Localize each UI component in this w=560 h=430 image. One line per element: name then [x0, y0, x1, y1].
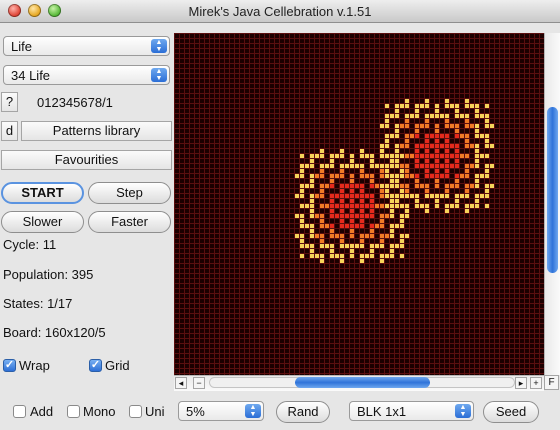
brush-value: BLK 1x1 [357, 404, 407, 419]
favourites-button[interactable]: Favourities [1, 150, 172, 170]
zoom-in-icon[interactable]: + [530, 377, 542, 389]
title-bar[interactable]: Mirek's Java Cellebration v.1.51 [0, 0, 560, 23]
fit-button[interactable]: F [544, 375, 559, 390]
mono-checkbox[interactable] [67, 405, 80, 418]
mono-label: Mono [83, 404, 116, 419]
rand-button[interactable]: Rand [276, 401, 330, 423]
add-checkbox[interactable] [13, 405, 26, 418]
add-label: Add [30, 404, 54, 419]
horizontal-scroll-track[interactable] [209, 375, 515, 390]
states-count: States: 1/17 [3, 296, 73, 311]
rule-family-value: Life [11, 39, 32, 54]
select-arrows-icon: ▲ ▼ [245, 404, 261, 418]
cell-pattern [295, 99, 494, 263]
slower-button[interactable]: Slower [1, 211, 84, 233]
rule-doc-button[interactable]: d [1, 121, 18, 141]
zoom-out-icon[interactable]: − [193, 377, 205, 389]
rule-string: 012345678/1 [37, 95, 113, 110]
scroll-right-icon[interactable]: ▸ [515, 377, 527, 389]
density-select[interactable]: 5% ▲ ▼ [178, 401, 264, 421]
density-value: 5% [186, 404, 205, 419]
grid-checkbox[interactable]: ✓ [89, 359, 102, 372]
rule-help-button[interactable]: ? [1, 92, 18, 112]
wrap-checkbox[interactable]: ✓ [3, 359, 16, 372]
step-button[interactable]: Step [88, 182, 171, 204]
app-window: Mirek's Java Cellebration v.1.51 Life ▲ ▼… [0, 0, 560, 430]
rule-select[interactable]: 34 Life ▲ ▼ [3, 65, 170, 85]
select-arrows-icon: ▲ ▼ [151, 68, 167, 82]
start-button[interactable]: START [1, 182, 84, 204]
select-arrows-icon: ▲ ▼ [151, 39, 167, 53]
seed-button[interactable]: Seed [483, 401, 539, 423]
patterns-library-button[interactable]: Patterns library [21, 121, 172, 141]
vertical-scroll-thumb[interactable] [547, 107, 558, 273]
uni-label: Uni [145, 404, 165, 419]
population-count: Population: 395 [3, 267, 94, 282]
vertical-scrollbar[interactable] [544, 33, 560, 375]
horizontal-scroll-thumb[interactable] [295, 377, 430, 388]
simulation-board[interactable] [174, 33, 544, 375]
board-size: Board: 160x120/5 [3, 325, 106, 340]
rule-value: 34 Life [11, 68, 51, 83]
rule-family-select[interactable]: Life ▲ ▼ [3, 36, 170, 56]
uni-checkbox[interactable] [129, 405, 142, 418]
scroll-left-icon[interactable]: ◂ [175, 377, 187, 389]
brush-select[interactable]: BLK 1x1 ▲ ▼ [349, 401, 474, 421]
grid-label: Grid [105, 358, 130, 373]
faster-button[interactable]: Faster [88, 211, 171, 233]
cycle-count: Cycle: 11 [3, 237, 57, 252]
select-arrows-icon: ▲ ▼ [455, 404, 471, 418]
window-title: Mirek's Java Cellebration v.1.51 [188, 4, 372, 19]
wrap-label: Wrap [19, 358, 50, 373]
